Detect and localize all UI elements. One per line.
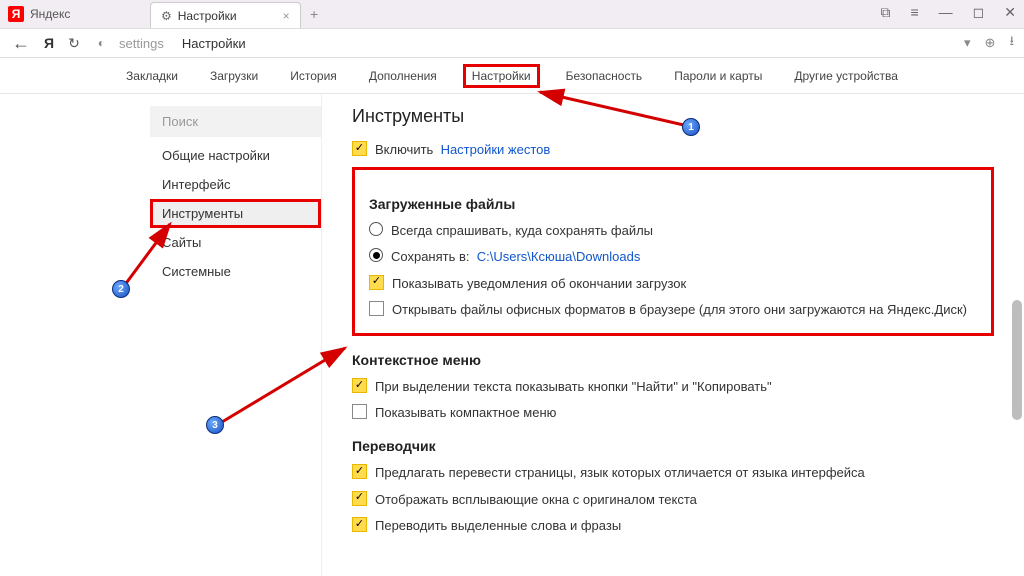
translator-heading: Переводчик [352,438,994,454]
nav-settings[interactable]: Настройки [463,64,540,88]
checkbox-translate-offer[interactable]: ✓ [352,464,367,479]
close-window-icon[interactable]: ✕ [1004,4,1016,21]
context-menu-heading: Контекстное меню [352,352,994,368]
new-tab-button[interactable]: + [310,6,318,22]
nav-addons[interactable]: Дополнения [363,65,443,87]
bookmark-icon[interactable]: ▾ [964,35,971,51]
window-controls: ⧉ ≡ — ◻ ✕ [880,4,1016,21]
nav-downloads[interactable]: Загрузки [204,65,264,87]
url-label[interactable]: Настройки [182,36,246,51]
tab-title: Настройки [178,9,237,23]
settings-top-nav: Закладки Загрузки История Дополнения Нас… [0,58,1024,94]
url-path[interactable]: settings [119,36,164,51]
nav-security[interactable]: Безопасность [560,65,649,87]
nav-other-devices[interactable]: Другие устройства [788,65,904,87]
section-tools-heading: Инструменты [352,106,994,127]
globe-icon[interactable]: ⊕ [985,35,996,51]
sidebar-item-general[interactable]: Общие настройки [150,141,321,170]
browser-tab-active[interactable]: ⚙ Настройки × [150,2,301,28]
radio-always-ask[interactable] [369,222,383,236]
radio-save-to[interactable] [369,248,383,262]
download-icon[interactable]: ⭳ [1009,32,1014,54]
tab-close-icon[interactable]: × [283,9,290,23]
downloads-section-highlight: Загруженные файлы Всегда спрашивать, куд… [352,167,994,336]
sidebar-item-tools[interactable]: Инструменты [150,199,321,228]
panel-icon[interactable]: ⧉ [880,4,890,21]
settings-content: Инструменты ✓ Включить Настройки жестов … [322,94,1024,576]
yandex-logo-icon: Я [8,6,24,22]
gear-icon: ⚙ [161,9,172,23]
sidebar-search[interactable]: Поиск [150,106,321,137]
download-path-link[interactable]: C:\Users\Ксюша\Downloads [477,249,641,264]
checkbox-enable-gestures[interactable]: ✓ [352,141,367,156]
checkbox-translate-popup[interactable]: ✓ [352,491,367,506]
nav-history[interactable]: История [284,65,343,87]
sidebar-item-system[interactable]: Системные [150,257,321,286]
nav-passwords[interactable]: Пароли и карты [668,65,768,87]
menu-icon[interactable]: ≡ [910,4,918,21]
shield-icon: ◐ [98,36,105,50]
settings-sidebar: Поиск Общие настройки Интерфейс Инструме… [150,94,322,576]
sidebar-item-sites[interactable]: Сайты [150,228,321,257]
sidebar-item-interface[interactable]: Интерфейс [150,170,321,199]
gestures-settings-link[interactable]: Настройки жестов [441,142,551,157]
checkbox-find-copy[interactable]: ✓ [352,378,367,393]
browser-toolbar: ← Я ↻ ◐ settings Настройки ▾ ⊕ ⭳ [0,28,1024,58]
checkbox-compact-menu[interactable] [352,404,367,419]
checkbox-open-office[interactable] [369,301,384,316]
downloads-heading: Загруженные файлы [369,196,977,212]
home-button[interactable]: Я [44,35,54,51]
minimize-icon[interactable]: — [939,4,953,21]
nav-bookmarks[interactable]: Закладки [120,65,184,87]
annotation-marker-3: 3 [206,416,224,434]
checkbox-download-notify[interactable]: ✓ [369,275,384,290]
annotation-marker-2: 2 [112,280,130,298]
annotation-marker-1: 1 [682,118,700,136]
maximize-icon[interactable]: ◻ [973,4,985,21]
scrollbar-thumb[interactable] [1012,300,1022,420]
main-area: Поиск Общие настройки Интерфейс Инструме… [0,94,1024,576]
checkbox-translate-selected[interactable]: ✓ [352,517,367,532]
window-title: Яндекс [30,7,70,21]
back-button[interactable]: ← [12,33,30,54]
window-titlebar: Я Яндекс ⚙ Настройки × + ⧉ ≡ — ◻ ✕ [0,0,1024,28]
reload-button[interactable]: ↻ [68,35,80,52]
